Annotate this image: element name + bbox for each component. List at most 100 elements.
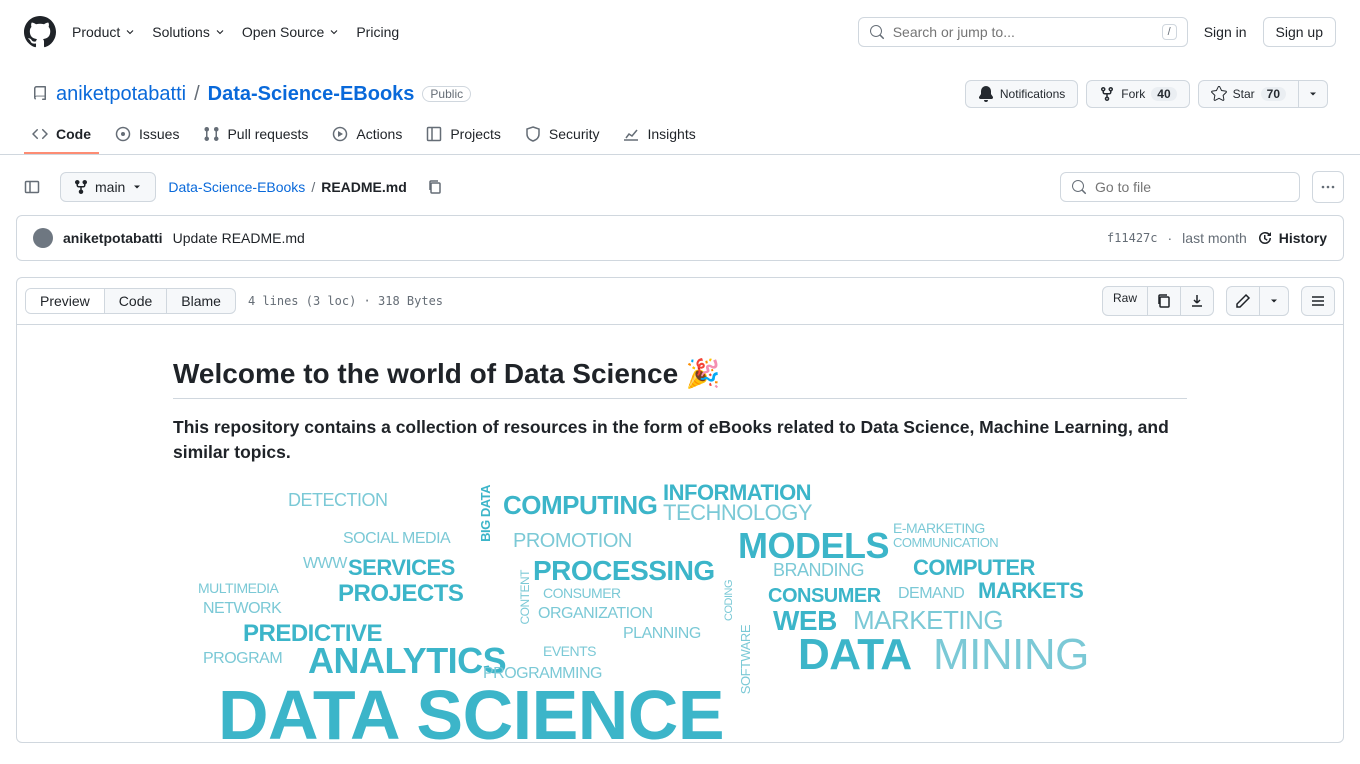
history-icon [1257,230,1273,246]
tab-code[interactable]: Code [24,116,99,154]
code-icon [32,126,48,142]
file-area: main Data-Science-EBooks / README.md ani… [0,155,1360,759]
commit-author[interactable]: aniketpotabatti [63,230,163,246]
tab-insights[interactable]: Insights [615,116,703,154]
branch-select[interactable]: main [60,172,156,202]
list-icon [1310,293,1326,309]
star-dropdown[interactable] [1299,80,1328,108]
search-icon [869,24,885,40]
file-toolbar: main Data-Science-EBooks / README.md [16,171,1344,203]
copy-icon [427,179,443,195]
fork-button[interactable]: Fork 40 [1086,80,1189,108]
chevron-down-icon [328,26,340,38]
star-icon [1211,86,1227,102]
commit-time: last month [1182,230,1247,246]
wordcloud-word: SERVICES [348,555,455,581]
wordcloud-word: COMPUTING [503,490,657,521]
download-icon [1189,293,1205,309]
avatar[interactable] [33,228,53,248]
nav-product[interactable]: Product [72,24,136,40]
wordcloud-word: PROGRAM [203,650,282,668]
sign-up-button[interactable]: Sign up [1263,17,1336,47]
repo-title: aniketpotabatti / Data-Science-EBooks Pu… [32,83,471,106]
tab-projects[interactable]: Projects [418,116,509,154]
wordcloud-word: BIG DATA [478,485,493,542]
graph-icon [623,126,639,142]
tab-security[interactable]: Security [517,116,608,154]
tab-issues[interactable]: Issues [107,116,187,154]
caret-down-icon [131,181,143,193]
wordcloud-word: BRANDING [773,560,864,581]
project-icon [426,126,442,142]
repo-icon [32,86,48,102]
tab-pull-requests[interactable]: Pull requests [195,116,316,154]
pr-icon [203,126,219,142]
wordcloud-word: MINING [933,630,1089,680]
more-options-button[interactable] [1312,171,1344,203]
star-button[interactable]: Star 70 [1198,80,1299,108]
nav-solutions[interactable]: Solutions [152,24,226,40]
repo-actions: Notifications Fork 40 Star 70 [965,80,1328,108]
nav-open-source[interactable]: Open Source [242,24,341,40]
global-nav: Product Solutions Open Source Pricing [72,24,399,40]
wordcloud-word: EVENTS [543,643,596,659]
wordcloud-word: DEMAND [898,585,964,603]
repo-owner-link[interactable]: aniketpotabatti [56,83,186,106]
repo-header: aniketpotabatti / Data-Science-EBooks Pu… [0,64,1360,116]
edit-dropdown[interactable] [1260,286,1289,316]
search-input[interactable] [893,24,1154,40]
edit-button[interactable] [1226,286,1260,316]
history-link[interactable]: History [1257,230,1327,246]
branch-icon [73,179,89,195]
tab-blame[interactable]: Blame [167,289,235,313]
readme-h1: Welcome to the world of Data Science 🎉 [173,357,1187,399]
wordcloud-word: DATA [798,630,912,680]
breadcrumb-repo[interactable]: Data-Science-EBooks [168,179,305,195]
issue-icon [115,126,131,142]
wordcloud-word: SOCIAL MEDIA [343,530,450,548]
sign-in-link[interactable]: Sign in [1204,24,1247,40]
wordcloud-word: COMMUNICATION [893,535,998,550]
file-actions: Raw [1102,286,1335,316]
bell-icon [978,86,994,102]
file-box-header: Preview Code Blame 4 lines (3 loc) · 318… [17,278,1343,325]
latest-commit: aniketpotabatti Update README.md f11427c… [16,215,1344,261]
expand-tree-button[interactable] [16,171,48,203]
goto-file[interactable] [1060,172,1300,202]
breadcrumb: Data-Science-EBooks / README.md [168,179,406,195]
wordcloud-word: PROMOTION [513,530,632,553]
repo-name-link[interactable]: Data-Science-EBooks [208,83,415,106]
wordcloud-word: WWW [303,555,347,573]
chevron-down-icon [124,26,136,38]
copy-path-button[interactable] [419,171,451,203]
tab-code-view[interactable]: Code [105,289,167,313]
file-info: 4 lines (3 loc) · 318 Bytes [248,294,443,308]
shield-icon [525,126,541,142]
readme-content: Welcome to the world of Data Science 🎉 T… [17,325,1343,742]
wordcloud-word: PROCESSING [533,555,715,587]
nav-pricing[interactable]: Pricing [356,24,399,40]
wordcloud-word: CONSUMER [543,585,621,601]
tab-actions[interactable]: Actions [324,116,410,154]
wordcloud-word: CODING [723,580,735,621]
wordcloud-word: MULTIMEDIA [198,580,278,596]
wordcloud-word: DETECTION [288,490,388,511]
wordcloud-word: CONTENT [518,570,532,625]
download-button[interactable] [1181,286,1214,316]
outline-button[interactable] [1301,286,1335,316]
view-tabs: Preview Code Blame [25,288,236,314]
copy-raw-button[interactable] [1148,286,1181,316]
commit-sha[interactable]: f11427c [1107,231,1158,245]
global-header: Product Solutions Open Source Pricing / … [0,0,1360,64]
wordcloud-word: DATA SCIENCE [218,675,724,743]
notifications-button[interactable]: Notifications [965,80,1078,108]
wordcloud-image: DETECTIONCOMPUTINGINFORMATIONTECHNOLOGYB… [173,480,1187,710]
caret-down-icon [1268,295,1280,307]
github-logo-icon[interactable] [24,16,56,48]
search-box[interactable]: / [858,17,1188,47]
commit-message[interactable]: Update README.md [173,230,305,246]
play-icon [332,126,348,142]
raw-button[interactable]: Raw [1102,286,1148,316]
tab-preview[interactable]: Preview [26,289,105,313]
goto-file-input[interactable] [1095,179,1289,195]
